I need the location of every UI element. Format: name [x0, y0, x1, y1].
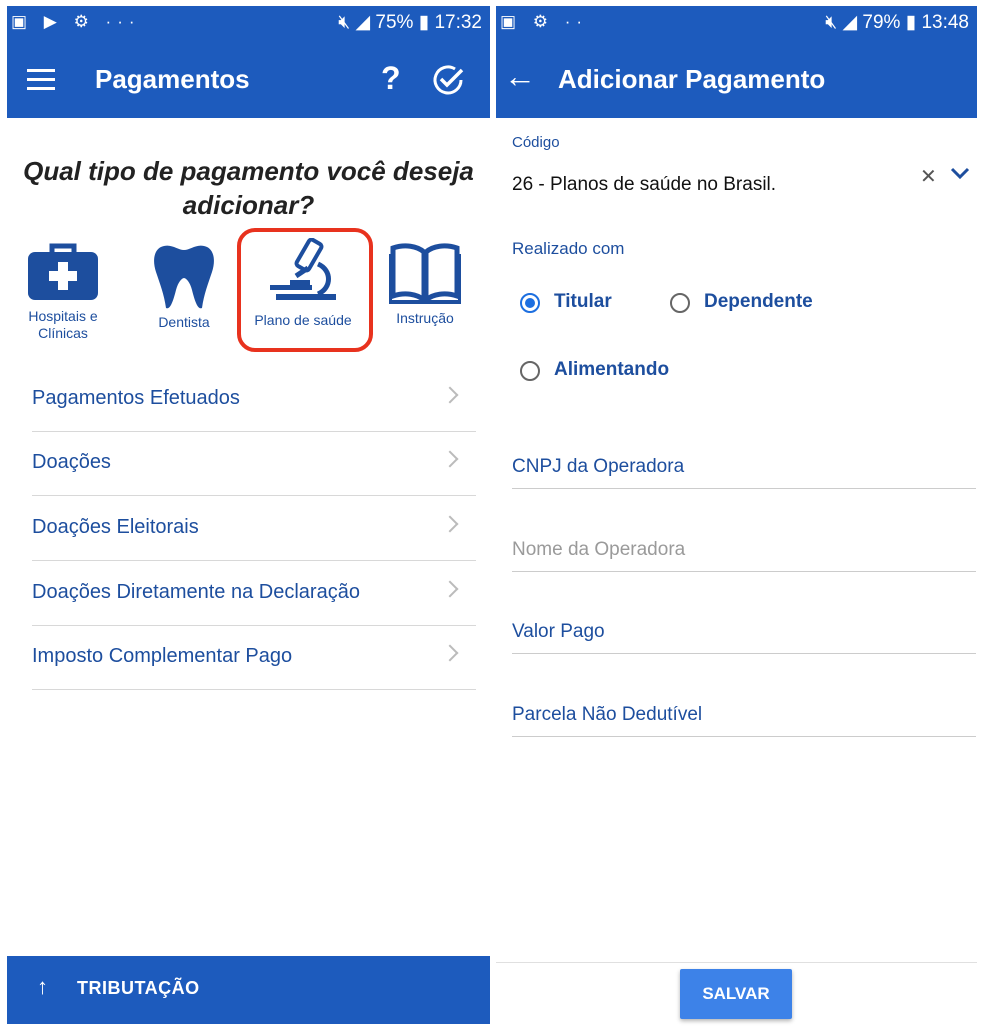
chevron-right-icon [441, 580, 459, 598]
check-circle-icon[interactable] [431, 63, 465, 97]
codigo-label: Código [512, 134, 560, 151]
signal-icon: ◢ [355, 12, 371, 33]
category-label: Instrução [396, 310, 454, 326]
radio-dependente-label[interactable]: Dependente [704, 291, 813, 313]
menu-item-label: Doações Eleitorais [32, 516, 199, 538]
heading-line-2: adicionar? [182, 190, 315, 220]
book-icon [389, 243, 461, 304]
tributacao-bar[interactable]: ↑ TRIBUTAÇÃO [7, 956, 490, 1024]
valor-pago-field[interactable]: Valor Pago [512, 613, 976, 654]
battery-level: 79% [862, 12, 901, 33]
clock: 13:48 [921, 12, 969, 33]
chevron-right-icon [441, 644, 459, 662]
mute-icon: 🔇︎ [338, 12, 351, 33]
radio-dependente[interactable] [670, 293, 690, 313]
realizado-label: Realizado com [512, 239, 625, 258]
tributacao-label: TRIBUTAÇÃO [77, 978, 200, 998]
chevron-down-icon[interactable] [950, 166, 970, 180]
help-button[interactable]: ? [381, 60, 401, 97]
clock: 17:32 [434, 12, 482, 33]
hamburger-menu-icon[interactable] [27, 69, 55, 91]
category-instrucao[interactable]: Instrução [383, 242, 467, 327]
parcela-field[interactable]: Parcela Não Dedutível [512, 696, 976, 737]
nome-operadora-field[interactable]: Nome da Operadora [512, 531, 976, 572]
nome-operadora-placeholder: Nome da Operadora [512, 539, 686, 560]
menu-item-label: Pagamentos Efetuados [32, 387, 240, 409]
medical-kit-icon [28, 243, 98, 300]
codigo-select[interactable]: 26 - Planos de saúde no Brasil. [512, 174, 776, 196]
menu-item-doacoes[interactable]: Doações [32, 431, 476, 496]
chevron-right-icon [441, 450, 459, 468]
status-right: 🔇︎ ◢ 75% ▮ 17:32 [338, 11, 482, 34]
battery-icon: ▮ [905, 12, 917, 33]
menu-item-pagamentos-efetuados[interactable]: Pagamentos Efetuados [32, 367, 476, 432]
radio-alimentando[interactable] [520, 361, 540, 381]
menu-item-doacoes-eleitorais[interactable]: Doações Eleitorais [32, 496, 476, 561]
category-label-line2: Clínicas [38, 325, 88, 341]
highlight-frame [237, 228, 373, 352]
notification-icons: ▣ ⚙ ·· [500, 12, 589, 31]
category-label: Dentista [158, 314, 210, 330]
clear-icon[interactable]: ✕ [920, 164, 937, 189]
battery-level: 75% [375, 12, 414, 33]
heading-line-1: Qual tipo de pagamento você deseja [23, 156, 474, 186]
app-bar: Pagamentos ? [7, 40, 490, 118]
category-hospitais[interactable]: Hospitais e Clínicas [17, 242, 109, 342]
signal-icon: ◢ [842, 12, 858, 33]
cnpj-field[interactable]: CNPJ da Operadora [512, 448, 976, 489]
save-button[interactable]: SALVAR [680, 969, 792, 1019]
radio-titular[interactable] [520, 293, 540, 313]
menu-item-label: Doações [32, 451, 111, 473]
menu-item-doacoes-declaracao[interactable]: Doações Diretamente na Declaração [32, 561, 476, 626]
valor-pago-label: Valor Pago [512, 621, 605, 642]
footer-divider [496, 962, 977, 963]
tooth-icon [154, 245, 214, 309]
page-title: Pagamentos [95, 64, 250, 94]
parcela-label: Parcela Não Dedutível [512, 704, 703, 725]
status-bar: ▣ ▶ ⚙ ··· 🔇︎ ◢ 75% ▮ 17:32 [7, 6, 490, 40]
battery-icon: ▮ [418, 12, 430, 33]
page-title: Adicionar Pagamento [558, 64, 826, 94]
menu-item-label: Imposto Complementar Pago [32, 645, 293, 667]
cnpj-field-label: CNPJ da Operadora [512, 456, 685, 477]
menu-item-imposto-complementar[interactable]: Imposto Complementar Pago [32, 625, 476, 690]
status-bar: ▣ ⚙ ·· 🔇︎ ◢ 79% ▮ 13:48 [496, 6, 977, 40]
category-dentista[interactable]: Dentista [141, 242, 227, 331]
category-label: Hospitais e [28, 308, 98, 324]
radio-titular-label[interactable]: Titular [554, 291, 612, 313]
chevron-right-icon [441, 515, 459, 533]
menu-item-label: Doações Diretamente na Declaração [32, 581, 360, 603]
back-arrow-icon[interactable]: ← [504, 58, 536, 95]
question-heading: Qual tipo de pagamento você deseja adici… [7, 154, 490, 222]
status-right: 🔇︎ ◢ 79% ▮ 13:48 [825, 11, 969, 34]
arrow-up-icon: ↑ [37, 974, 48, 999]
right-screen: ▣ ⚙ ·· 🔇︎ ◢ 79% ▮ 13:48 ← Adicionar Paga… [496, 6, 977, 1026]
mute-icon: 🔇︎ [825, 12, 838, 33]
radio-alimentando-label[interactable]: Alimentando [554, 359, 669, 381]
chevron-right-icon [441, 386, 459, 404]
app-bar: ← Adicionar Pagamento [496, 40, 977, 118]
left-screen: ▣ ▶ ⚙ ··· 🔇︎ ◢ 75% ▮ 17:32 Pagamentos ? … [7, 6, 490, 1026]
notification-icons: ▣ ▶ ⚙ ··· [11, 12, 141, 31]
